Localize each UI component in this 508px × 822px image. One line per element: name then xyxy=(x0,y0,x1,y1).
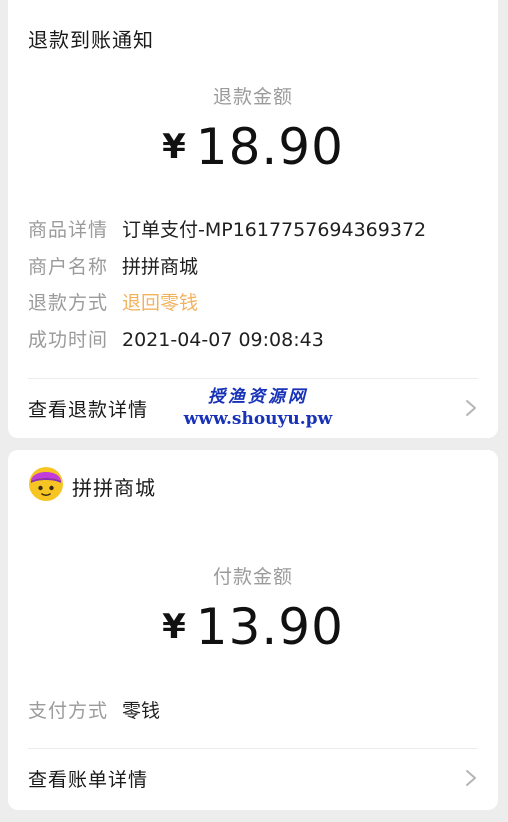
detail-key: 退款方式 xyxy=(28,292,109,314)
payment-amount: ¥13.90 xyxy=(8,598,498,656)
detail-value: 零钱 xyxy=(122,700,161,722)
refund-amount-label: 退款金额 xyxy=(212,86,293,108)
detail-key: 成功时间 xyxy=(28,329,109,351)
refund-notification-card: 退款到账通知 退款金额 ¥18.90 商品详情 订单支付-MP1617757694… xyxy=(8,0,498,438)
watermark: 授渔资源网 www.shouyu.pw xyxy=(178,386,338,430)
card-title: 退款到账通知 xyxy=(28,28,154,52)
detail-value: 退回零钱 xyxy=(122,292,199,314)
link-label: 查看账单详情 xyxy=(28,769,149,791)
detail-value: 拼拼商城 xyxy=(122,256,199,278)
payment-card: 拼拼商城 付款金额 ¥13.90 支付方式 零钱 查看账单详情 xyxy=(8,450,498,810)
chevron-right-icon xyxy=(466,770,476,786)
payment-amount-label: 付款金额 xyxy=(212,566,293,588)
merchant-avatar-icon xyxy=(29,467,63,501)
link-label: 查看退款详情 xyxy=(28,399,149,421)
detail-row-merchant: 商户名称 拼拼商城 xyxy=(28,254,198,280)
chevron-right-icon xyxy=(466,400,476,416)
detail-key: 商户名称 xyxy=(28,256,109,278)
detail-value: 2021-04-07 09:08:43 xyxy=(122,329,324,351)
watermark-line2: www.shouyu.pw xyxy=(183,409,333,429)
refund-amount: ¥18.90 xyxy=(8,118,498,176)
refund-amount-value: 18.90 xyxy=(195,118,344,176)
merchant-name: 拼拼商城 xyxy=(72,476,156,500)
detail-row-refund-method: 退款方式 退回零钱 xyxy=(28,290,198,316)
currency-symbol: ¥ xyxy=(162,127,186,167)
detail-row-payment-method: 支付方式 零钱 xyxy=(28,698,160,724)
detail-key: 支付方式 xyxy=(28,700,109,722)
detail-row-product: 商品详情 订单支付-MP1617757694369372 xyxy=(28,217,426,243)
detail-value: 订单支付-MP1617757694369372 xyxy=(122,219,427,241)
currency-symbol: ¥ xyxy=(162,607,186,647)
watermark-line1: 授渔资源网 xyxy=(208,387,308,407)
detail-key: 商品详情 xyxy=(28,219,109,241)
detail-row-success-time: 成功时间 2021-04-07 09:08:43 xyxy=(28,327,324,353)
payment-amount-value: 13.90 xyxy=(195,598,344,656)
view-bill-details-link[interactable]: 查看账单详情 xyxy=(8,749,498,805)
